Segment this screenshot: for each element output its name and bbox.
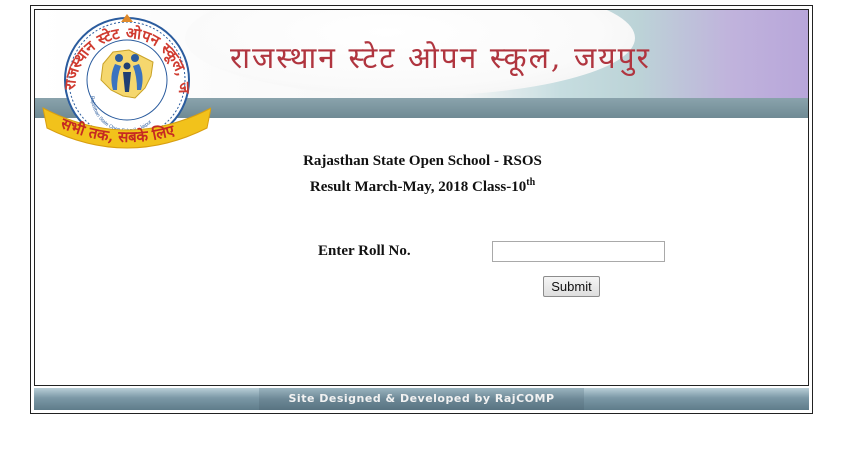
footer-credit: Site Designed & Developed by RajCOMP — [288, 392, 555, 405]
heading-line-result: Result March-May, 2018 Class-10th — [35, 172, 808, 198]
content-frame: राजस्थान स्टेट ओपन स्कूल, जयपुर राजस्थान… — [34, 9, 809, 386]
roll-number-label: Enter Roll No. — [318, 243, 411, 259]
page-frame: राजस्थान स्टेट ओपन स्कूल, जयपुर राजस्थान… — [30, 5, 813, 414]
footer-bar: Site Designed & Developed by RajCOMP — [34, 388, 809, 410]
result-heading: Rajasthan State Open School - RSOS Resul… — [35, 150, 808, 198]
heading-line-school: Rajasthan State Open School - RSOS — [303, 153, 542, 169]
heading-result-text: Result March-May, 2018 Class-10 — [309, 179, 527, 195]
rsos-logo-icon: राजस्थान स्टेट ओपन स्कूल, जयपुर Rajastha… — [41, 12, 211, 149]
heading-ordinal: th — [526, 177, 536, 188]
site-title: राजस्थान स्टेट ओपन स्कूल, जयपुर — [230, 41, 651, 76]
submit-button[interactable]: Submit — [543, 276, 600, 297]
roll-number-input[interactable] — [492, 241, 665, 262]
